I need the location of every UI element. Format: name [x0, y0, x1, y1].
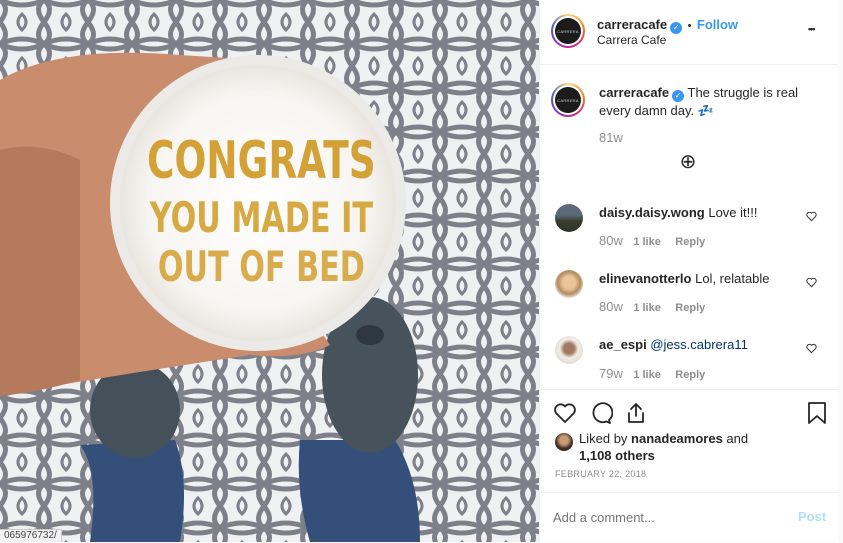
liked-by-and: and	[722, 431, 749, 446]
comment-meta: 79w 1 like Reply	[599, 365, 705, 383]
comment-likes[interactable]: 1 like	[633, 302, 661, 314]
verified-badge-icon: ✓	[670, 22, 683, 34]
comment-text-block: daisy.daisy.wong Love it!!!	[599, 204, 757, 221]
caption-time[interactable]: 81w	[599, 130, 623, 145]
cup-text-line3: OUT OF BED	[158, 242, 365, 291]
comment-reply-button[interactable]: Reply	[675, 369, 705, 381]
share-icon[interactable]	[624, 401, 648, 425]
comment-text-block: ae_espi @jess.cabrera11	[599, 336, 748, 353]
comment-like-heart-icon[interactable]	[806, 343, 817, 354]
caption-text-block: carreracafe ✓ The struggle is real every …	[599, 84, 814, 119]
likes-summary: Liked by nanadeamores and 1,108 others	[579, 430, 779, 464]
post-date[interactable]: FEBRUARY 22, 2018	[555, 469, 646, 479]
add-comment-input[interactable]	[553, 506, 783, 528]
save-bookmark-icon[interactable]	[806, 401, 828, 425]
post-actions-section: Liked by nanadeamores and 1,108 others F…	[540, 389, 839, 494]
comment-likes[interactable]: 1 like	[633, 369, 661, 381]
comment-reply-button[interactable]: Reply	[675, 302, 705, 314]
post-photo[interactable]: CONGRATS YOU MADE IT OUT OF BED 06597673…	[0, 0, 539, 542]
comment-text: Love it!!!	[708, 205, 758, 220]
comment-bubble-icon[interactable]	[589, 401, 613, 425]
liked-by-prefix: Liked by	[579, 431, 632, 446]
liker-avatar[interactable]	[555, 433, 573, 451]
comment-username[interactable]: ae_espi	[599, 337, 647, 352]
comment-username[interactable]: elinevanotterlo	[599, 271, 691, 286]
photo-image: CONGRATS YOU MADE IT OUT OF BED	[0, 0, 539, 542]
comment-like-heart-icon[interactable]	[806, 277, 817, 288]
liked-by-others-count[interactable]: 1,108 others	[579, 448, 655, 463]
comment-likes[interactable]: 1 like	[633, 236, 661, 248]
comment-meta: 80w 1 like Reply	[599, 232, 705, 250]
separator-dot: •	[687, 20, 692, 32]
browser-status-url: 065976732/	[0, 529, 62, 542]
like-heart-icon[interactable]	[553, 401, 577, 425]
comment-like-heart-icon[interactable]	[806, 211, 817, 222]
comment-text: Lol, relatable	[695, 271, 770, 286]
post-details-panel: CARRERA carreracafe ✓ • Follow Carrera Ca…	[539, 0, 840, 542]
follow-button[interactable]: Follow	[697, 17, 738, 32]
comments-list[interactable]: CARRERA carreracafe ✓ The struggle is rea…	[540, 64, 839, 389]
comment-text-block: elinevanotterlo Lol, relatable	[599, 270, 770, 287]
comment-mention-link[interactable]: @jess.cabrera11	[650, 337, 748, 352]
caption-verified-icon: ✓	[672, 90, 685, 102]
profile-avatar[interactable]: CARRERA	[551, 14, 585, 48]
comment-avatar[interactable]	[555, 336, 583, 364]
cup-text-line2: YOU MADE IT	[149, 193, 373, 242]
comment-time[interactable]: 79w	[599, 366, 623, 381]
caption-avatar-logo-text: CARRERA	[555, 87, 581, 113]
page-edge	[838, 0, 843, 542]
comment-avatar[interactable]	[555, 270, 583, 298]
comment-reply-button[interactable]: Reply	[675, 236, 705, 248]
load-more-comments-icon[interactable]: ⊕	[678, 152, 698, 172]
post-header: CARRERA carreracafe ✓ • Follow Carrera Ca…	[540, 0, 839, 65]
comment-time[interactable]: 80w	[599, 233, 623, 248]
comment-username[interactable]: daisy.daisy.wong	[599, 205, 705, 220]
post-comment-button[interactable]: Post	[798, 509, 826, 524]
liked-by-user[interactable]: nanadeamores	[631, 431, 723, 446]
header-username[interactable]: carreracafe	[597, 17, 667, 32]
comment-time[interactable]: 80w	[599, 299, 623, 314]
more-options-icon[interactable]: •••	[808, 24, 816, 34]
avatar-logo-text: CARRERA	[555, 18, 581, 44]
location-link[interactable]: Carrera Cafe	[597, 33, 666, 47]
comment-meta: 80w 1 like Reply	[599, 298, 705, 316]
comment-avatar[interactable]	[555, 204, 583, 232]
caption-avatar[interactable]: CARRERA	[551, 83, 585, 117]
cup-text-line1: CONGRATS	[147, 130, 376, 191]
caption-username[interactable]: carreracafe	[599, 85, 669, 100]
add-comment-bar: Post	[540, 492, 839, 543]
